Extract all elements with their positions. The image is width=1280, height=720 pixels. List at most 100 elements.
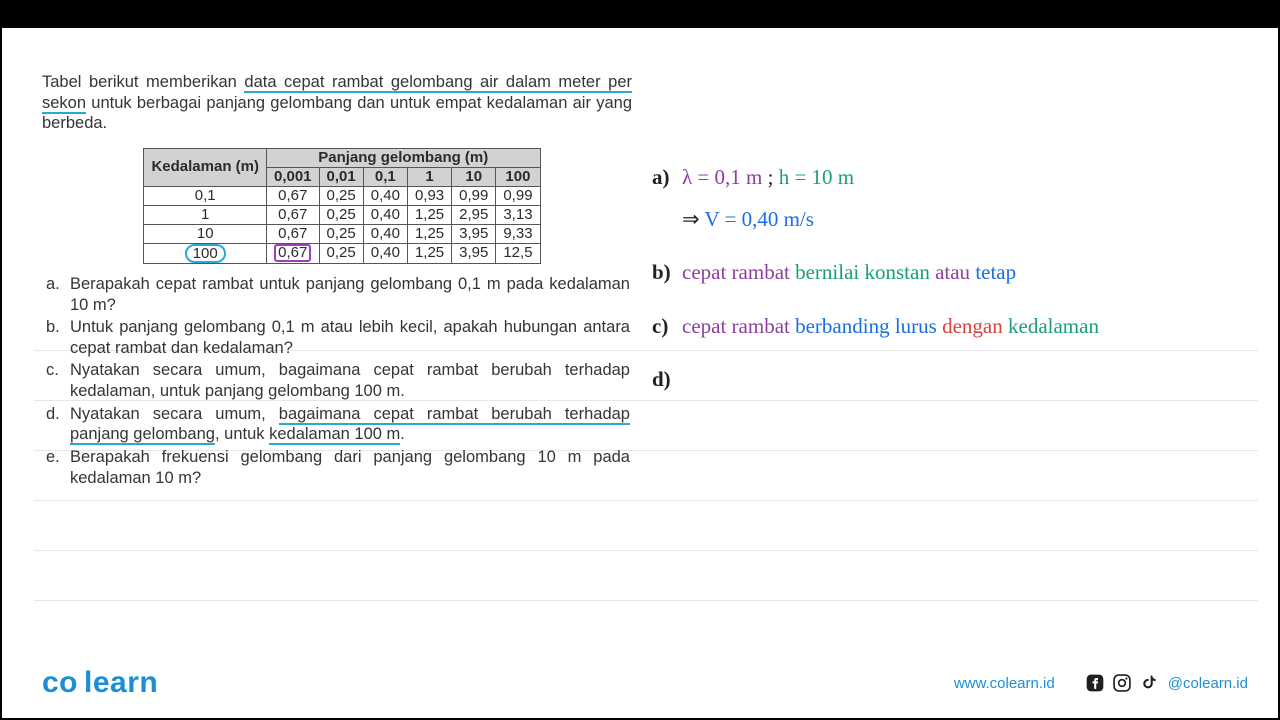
col-100: 100 — [496, 167, 540, 186]
brand-logo: colearn — [42, 666, 158, 700]
ans-a-arrow: ⇒ — [682, 207, 704, 231]
value-cell: 0,67 — [266, 243, 319, 263]
value-cell: 0,40 — [363, 205, 407, 224]
answers-column: a) λ = 0,1 m ; h = 10 m ⇒ V = 0,40 m/s b… — [642, 72, 1258, 638]
q-label: b. — [42, 317, 70, 358]
problem-column: Tabel berikut memberikan data cepat ramb… — [42, 72, 642, 638]
value-cell: 0,25 — [319, 224, 363, 243]
value-cell: 2,95 — [452, 205, 496, 224]
ans-label: a) — [652, 162, 682, 194]
question-a: a. Berapakah cepat rambat untuk panjang … — [42, 274, 642, 315]
ans-b-s3: atau — [935, 260, 975, 284]
intro-text: Tabel berikut memberikan data cepat ramb… — [42, 72, 632, 134]
value-cell: 1,25 — [407, 243, 451, 263]
ans-a-sep: ; — [768, 165, 779, 189]
footer: colearn www.colearn.id @colearn.id — [42, 666, 1248, 700]
value-cell: 9,33 — [496, 224, 540, 243]
ans-b-body: cepat rambat bernilai konstan atau tetap — [682, 257, 1016, 289]
intro-post: untuk berbagai panjang gelombang dan unt… — [42, 94, 632, 133]
value-cell: 3,95 — [452, 243, 496, 263]
brand-learn: learn — [84, 666, 158, 699]
table-row: 10,670,250,401,252,953,13 — [144, 205, 540, 224]
question-c: c. Nyatakan secara umum, bagaimana cepat… — [42, 360, 642, 401]
question-b: b. Untuk panjang gelombang 0,1 m atau le… — [42, 317, 642, 358]
footer-handle: @colearn.id — [1168, 675, 1248, 692]
wave-speed-table: Kedalaman (m) Panjang gelombang (m) 0,00… — [143, 148, 540, 264]
question-list: a. Berapakah cepat rambat untuk panjang … — [42, 274, 642, 488]
answer-a: a) λ = 0,1 m ; h = 10 m ⇒ V = 0,40 m/s — [652, 162, 1258, 235]
table-head-wavelength: Panjang gelombang (m) — [266, 148, 540, 167]
answer-d: d) — [652, 364, 1258, 396]
value-cell: 0,40 — [363, 186, 407, 205]
table-row: 1000,670,250,401,253,9512,5 — [144, 243, 540, 263]
value-cell: 3,95 — [452, 224, 496, 243]
depth-cell: 100 — [144, 243, 267, 263]
ans-label: b) — [652, 257, 682, 289]
ans-c-s1: cepat rambat — [682, 314, 795, 338]
ans-c-s4: kedalaman — [1008, 314, 1099, 338]
qd-post: . — [400, 425, 405, 443]
value-cell: 0,99 — [452, 186, 496, 205]
q-text: Nyatakan secara umum, bagaimana cepat ra… — [70, 404, 630, 445]
question-e: e. Berapakah frekuensi gelombang dari pa… — [42, 447, 642, 488]
depth-cell: 1 — [144, 205, 267, 224]
value-cell: 0,40 — [363, 243, 407, 263]
brand-co: co — [42, 666, 78, 699]
tiktok-icon — [1139, 673, 1159, 693]
q-label: d. — [42, 404, 70, 445]
ans-label: d) — [652, 364, 682, 396]
ans-a-h: h = 10 m — [779, 165, 854, 189]
qd-mid: , untuk — [215, 425, 269, 443]
window-top-bar — [2, 2, 1278, 28]
value-cell: 3,13 — [496, 205, 540, 224]
value-cell: 12,5 — [496, 243, 540, 263]
q-text: Untuk panjang gelombang 0,1 m atau lebih… — [70, 317, 630, 358]
ans-b-s2: bernilai konstan — [795, 260, 935, 284]
value-cell: 0,67 — [266, 224, 319, 243]
value-cell: 0,93 — [407, 186, 451, 205]
qd-u2: kedalaman 100 m — [269, 425, 400, 445]
ans-c-body: cepat rambat berbanding lurus dengan ked… — [682, 311, 1099, 343]
col-0001: 0,001 — [266, 167, 319, 186]
value-cell: 0,25 — [319, 243, 363, 263]
footer-right: www.colearn.id @colearn.id — [954, 673, 1248, 693]
q-label: e. — [42, 447, 70, 488]
value-cell: 0,99 — [496, 186, 540, 205]
q-label: c. — [42, 360, 70, 401]
col-10: 10 — [452, 167, 496, 186]
value-cell: 1,25 — [407, 224, 451, 243]
answer-c: c) cepat rambat berbanding lurus dengan … — [652, 311, 1258, 343]
table-row: 0,10,670,250,400,930,990,99 — [144, 186, 540, 205]
col-01: 0,1 — [363, 167, 407, 186]
value-cell: 0,67 — [266, 186, 319, 205]
qd-pre: Nyatakan secara umum, — [70, 405, 279, 423]
ans-b-s4: tetap — [975, 260, 1016, 284]
social-group: @colearn.id — [1085, 673, 1248, 693]
table-row: 100,670,250,401,253,959,33 — [144, 224, 540, 243]
depth-cell: 0,1 — [144, 186, 267, 205]
value-cell: 1,25 — [407, 205, 451, 224]
q-text: Berapakah frekuensi gelombang dari panja… — [70, 447, 630, 488]
answer-b: b) cepat rambat bernilai konstan atau te… — [652, 257, 1258, 289]
question-d: d. Nyatakan secara umum, bagaimana cepat… — [42, 404, 642, 445]
value-cell: 0,25 — [319, 186, 363, 205]
value-cell: 0,67 — [266, 205, 319, 224]
ans-a-lambda: λ = 0,1 m — [682, 165, 768, 189]
q-text: Nyatakan secara umum, bagaimana cepat ra… — [70, 360, 630, 401]
worksheet-content: Tabel berikut memberikan data cepat ramb… — [42, 72, 1258, 638]
intro-pre: Tabel berikut memberikan — [42, 73, 244, 91]
table-head-depth: Kedalaman (m) — [144, 148, 267, 186]
col-1: 1 — [407, 167, 451, 186]
ans-label: c) — [652, 311, 682, 343]
ans-c-s2: berbanding lurus — [795, 314, 942, 338]
q-text: Berapakah cepat rambat untuk panjang gel… — [70, 274, 630, 315]
ans-b-s1: cepat rambat — [682, 260, 795, 284]
depth-cell: 10 — [144, 224, 267, 243]
instagram-icon — [1112, 673, 1132, 693]
facebook-icon — [1085, 673, 1105, 693]
ans-a-v: V = 0,40 m/s — [704, 207, 813, 231]
col-001: 0,01 — [319, 167, 363, 186]
value-cell: 0,40 — [363, 224, 407, 243]
footer-url: www.colearn.id — [954, 675, 1055, 692]
ans-c-s3: dengan — [942, 314, 1008, 338]
